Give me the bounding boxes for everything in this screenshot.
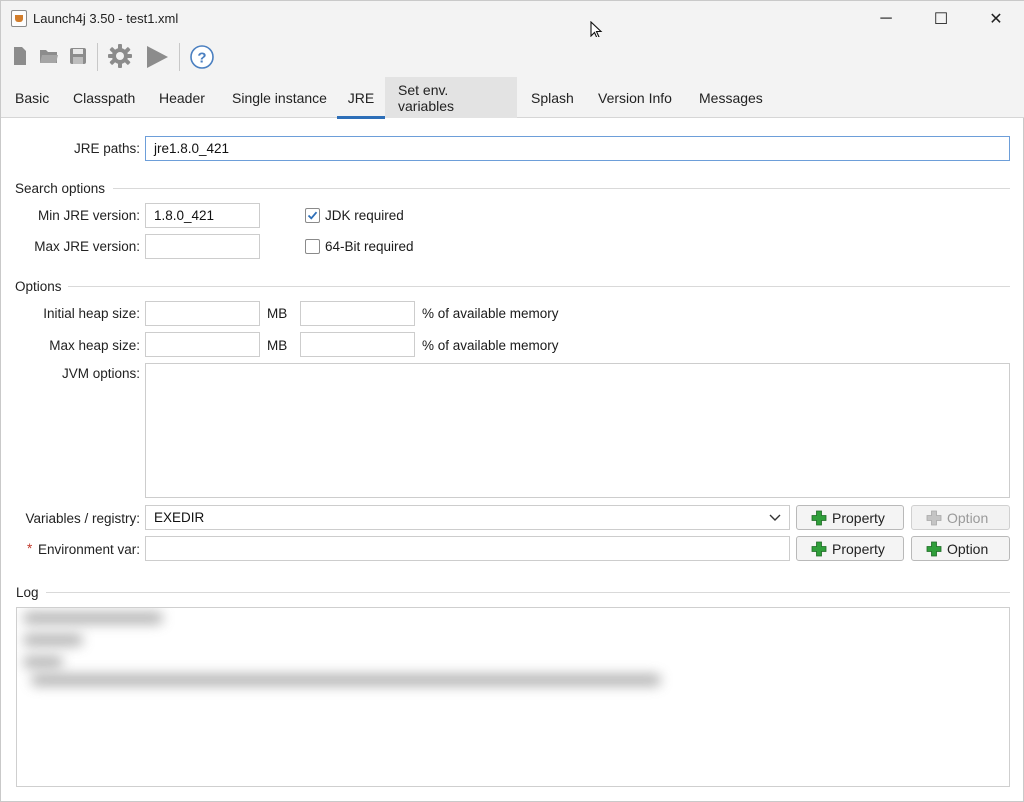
jvm-options-textarea[interactable]	[145, 363, 1010, 498]
search-options-heading: Search options	[15, 181, 106, 196]
tab-label: Messages	[699, 89, 763, 106]
tab-label: Basic	[15, 89, 50, 106]
section-divider	[113, 188, 1010, 189]
variables-registry-value: EXEDIR	[154, 510, 205, 525]
tab-basic[interactable]: Basic	[2, 77, 62, 118]
jre-paths-label: JRE paths:	[73, 141, 140, 156]
plus-icon	[811, 510, 827, 525]
plus-icon	[926, 510, 942, 525]
open-folder-icon[interactable]	[39, 47, 59, 65]
jdk-required-checkbox[interactable]	[305, 208, 320, 223]
button-label: Option	[947, 509, 989, 526]
tab-label: Header	[159, 89, 205, 106]
button-label: Property	[832, 509, 885, 526]
add-property-button[interactable]: Property	[796, 505, 904, 530]
env-option-button[interactable]: Option	[911, 536, 1010, 561]
run-play-icon[interactable]	[144, 44, 170, 70]
chevron-down-icon	[769, 514, 781, 521]
button-label: Option	[947, 540, 989, 557]
mb-unit-label: MB	[267, 306, 288, 321]
add-option-button-disabled[interactable]: Option	[911, 505, 1010, 530]
minimize-button[interactable]: ─	[863, 1, 909, 37]
min-jre-version-input[interactable]: 1.8.0_421	[145, 203, 260, 228]
max-jre-version-input[interactable]	[145, 234, 260, 259]
environment-var-label: Environment var:	[37, 542, 140, 557]
checkmark-icon	[307, 211, 318, 220]
redacted-log-line	[23, 656, 63, 668]
env-property-button[interactable]: Property	[796, 536, 904, 561]
maximize-icon: ☐	[933, 11, 949, 28]
tab-classpath[interactable]: Classpath	[60, 77, 148, 118]
max-jre-version-label: Max JRE version:	[34, 239, 140, 254]
close-icon: ✕	[989, 11, 1003, 28]
min-jre-version-label: Min JRE version:	[37, 208, 140, 223]
save-icon[interactable]	[69, 47, 87, 65]
java-app-icon	[11, 10, 27, 27]
tab-splash[interactable]: Splash	[518, 77, 587, 118]
title-bar: Launch4j 3.50 - test1.xml ─ ☐ ✕	[1, 1, 1024, 37]
section-divider	[46, 592, 1010, 593]
tab-label: Single instance	[232, 89, 327, 106]
redacted-log-line	[23, 634, 83, 646]
initial-heap-size-label: Initial heap size:	[43, 306, 140, 321]
tab-label: Set env. variables	[398, 81, 455, 114]
mb-unit-label: MB	[267, 338, 288, 353]
64bit-required-label: 64-Bit required	[325, 239, 414, 254]
tab-messages[interactable]: Messages	[686, 77, 776, 118]
tab-label: Splash	[531, 89, 574, 106]
build-gear-icon[interactable]	[107, 43, 133, 69]
tab-set-env-variables[interactable]: Set env. variables	[385, 77, 517, 118]
variables-registry-label: Variables / registry:	[25, 511, 140, 526]
tab-jre[interactable]: JRE	[337, 77, 385, 119]
plus-icon	[926, 541, 942, 556]
variables-registry-select[interactable]: EXEDIR	[145, 505, 790, 530]
tab-label: Version Info	[598, 89, 672, 106]
initial-heap-size-input[interactable]	[145, 301, 260, 326]
window-title: Launch4j 3.50 - test1.xml	[33, 11, 179, 26]
tab-single-instance[interactable]: Single instance	[219, 77, 340, 118]
redacted-log-line	[23, 612, 163, 624]
options-heading: Options	[15, 279, 62, 294]
toolbar-separator	[179, 43, 180, 71]
plus-icon	[811, 541, 827, 556]
app-window: Launch4j 3.50 - test1.xml ─ ☐ ✕ ? Basic …	[0, 0, 1024, 802]
help-icon[interactable]: ?	[189, 44, 215, 70]
percent-memory-label: % of available memory	[422, 306, 559, 321]
jvm-options-label: JVM options:	[61, 366, 140, 381]
section-divider	[68, 286, 1010, 287]
max-heap-percent-input[interactable]	[300, 332, 415, 357]
jre-paths-input[interactable]: jre1.8.0_421	[145, 136, 1010, 161]
close-button[interactable]: ✕	[973, 1, 1019, 37]
svg-text:?: ?	[197, 50, 206, 67]
toolbar-separator	[97, 43, 98, 71]
tab-label: JRE	[347, 89, 375, 106]
tab-label: Classpath	[73, 89, 136, 106]
log-heading: Log	[16, 585, 39, 600]
log-output-area[interactable]	[16, 607, 1010, 787]
redacted-log-line	[31, 674, 661, 686]
environment-var-input[interactable]	[145, 536, 790, 561]
new-file-icon[interactable]	[12, 46, 28, 66]
percent-memory-label: % of available memory	[422, 338, 559, 353]
tab-bar: Basic Classpath Header Single instance J…	[1, 77, 1024, 119]
initial-heap-percent-input[interactable]	[300, 301, 415, 326]
max-heap-size-label: Max heap size:	[49, 338, 140, 353]
max-heap-size-input[interactable]	[145, 332, 260, 357]
tab-version-info[interactable]: Version Info	[585, 77, 685, 118]
tab-header[interactable]: Header	[146, 77, 218, 118]
button-label: Property	[832, 540, 885, 557]
64bit-required-checkbox[interactable]	[305, 239, 320, 254]
maximize-button[interactable]: ☐	[918, 1, 964, 37]
minimize-icon: ─	[880, 10, 892, 27]
jdk-required-label: JDK required	[325, 208, 404, 223]
toolbar: ?	[1, 37, 1024, 77]
